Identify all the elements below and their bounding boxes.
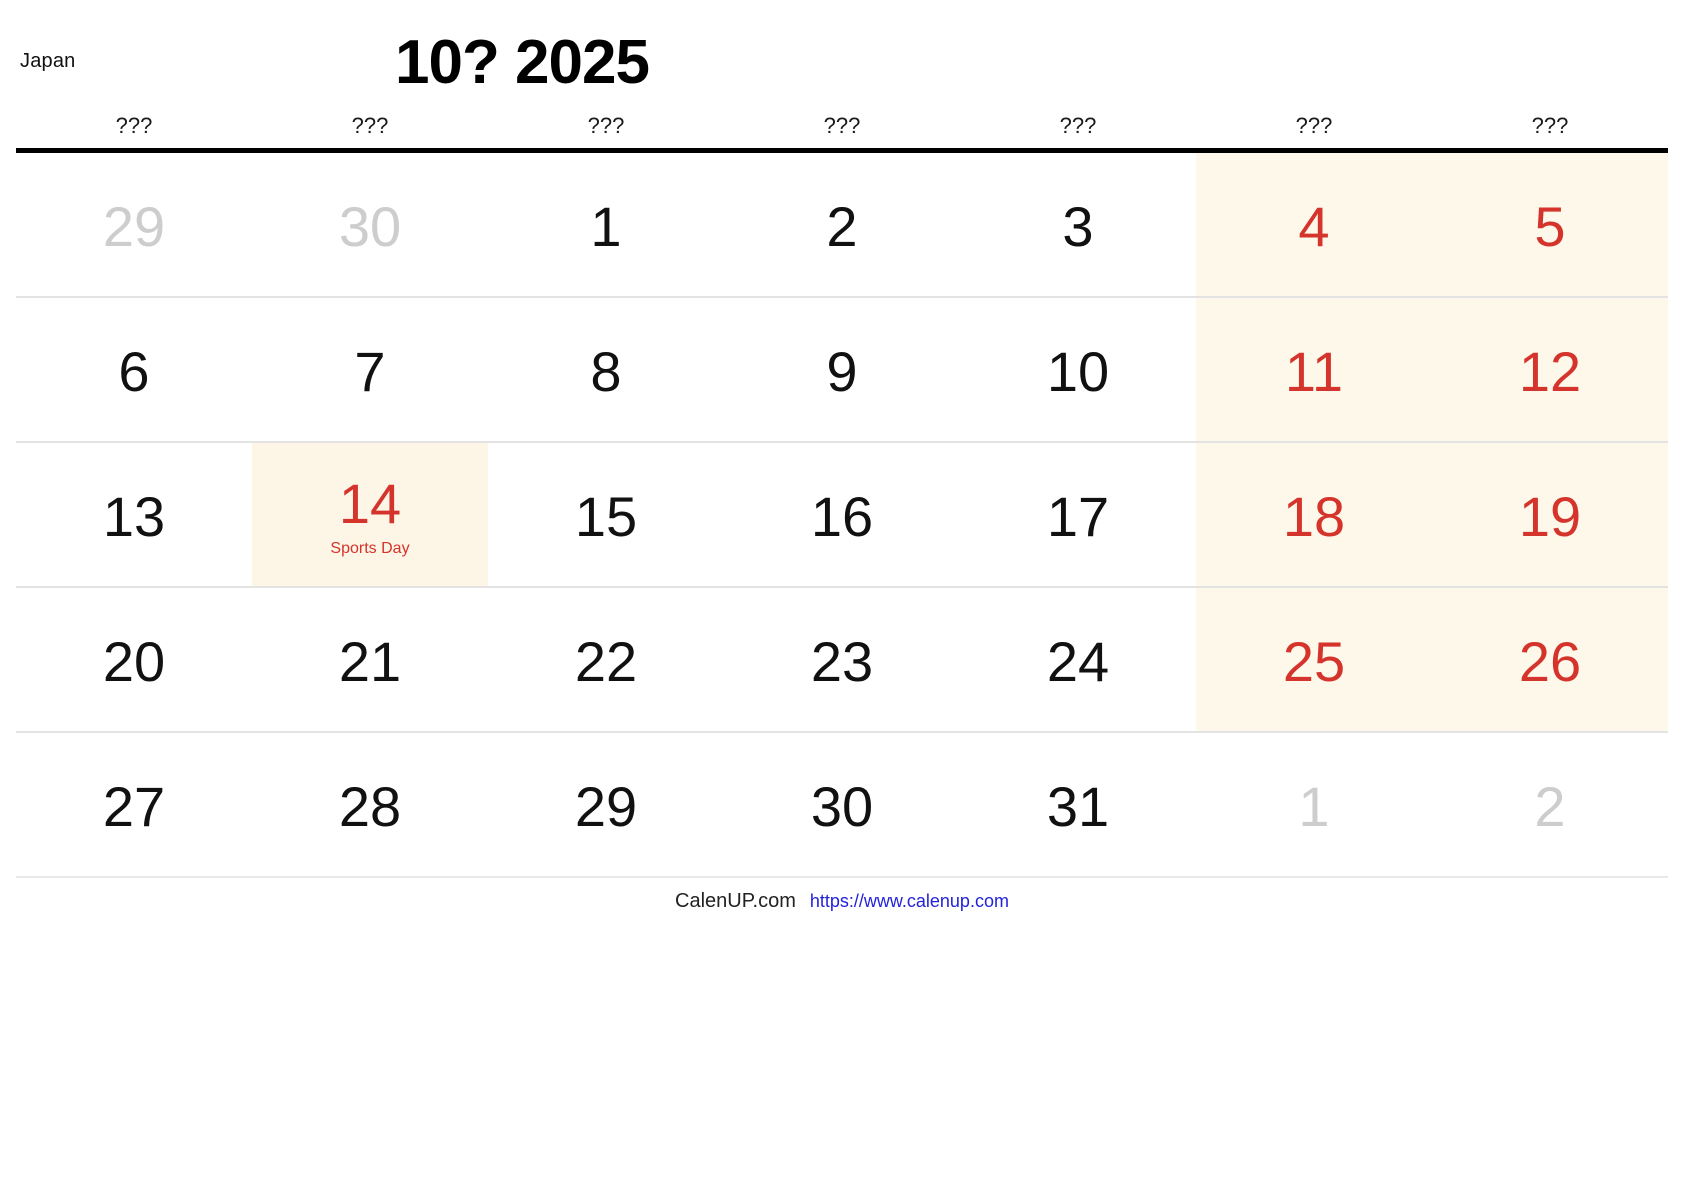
day-number: 5 xyxy=(1534,194,1566,258)
day-cell[interactable]: 23 xyxy=(724,588,960,731)
day-number: 15 xyxy=(574,484,638,548)
day-cell[interactable]: 29 xyxy=(16,153,252,296)
weekday-header-6: ??? xyxy=(1531,113,1569,138)
day-cell[interactable]: 13 xyxy=(16,443,252,586)
week-row: 27 28 29 30 31 1 2 xyxy=(16,733,1668,878)
weekday-header-1: ??? xyxy=(351,113,389,138)
day-cell[interactable]: 9 xyxy=(724,298,960,441)
day-event-label: Sports Day xyxy=(330,540,410,557)
day-cell[interactable]: 7 xyxy=(252,298,488,441)
day-cell[interactable]: 2 xyxy=(724,153,960,296)
day-number: 2 xyxy=(826,194,858,258)
day-cell[interactable]: 8 xyxy=(488,298,724,441)
weekday-header-5: ??? xyxy=(1295,113,1333,138)
day-cell[interactable]: 19 xyxy=(1432,443,1668,586)
day-number: 12 xyxy=(1518,339,1582,403)
day-number: 10 xyxy=(1046,339,1110,403)
footer-link[interactable]: https://www.calenup.com xyxy=(810,891,1009,912)
weekday-header-row: ????????????????????? xyxy=(16,104,1668,148)
week-row: 20 21 22 23 24 25 26 xyxy=(16,588,1668,733)
day-cell[interactable]: 30 xyxy=(724,733,960,876)
day-number: 29 xyxy=(102,194,166,258)
day-cell[interactable]: 12 xyxy=(1432,298,1668,441)
day-cell[interactable]: 1 xyxy=(488,153,724,296)
day-cell[interactable]: 11 xyxy=(1196,298,1432,441)
page-title: 10? 2025 xyxy=(395,28,650,97)
day-cell[interactable]: 5 xyxy=(1432,153,1668,296)
day-cell[interactable]: 26 xyxy=(1432,588,1668,731)
day-cell[interactable]: 27 xyxy=(16,733,252,876)
day-number: 19 xyxy=(1518,484,1582,548)
day-cell[interactable]: 3 xyxy=(960,153,1196,296)
day-cell[interactable]: 29 xyxy=(488,733,724,876)
footer: CalenUP.com https://www.calenup.com xyxy=(0,890,1684,913)
day-number: 26 xyxy=(1518,629,1582,693)
day-cell[interactable]: 18 xyxy=(1196,443,1432,586)
day-cell[interactable]: 28 xyxy=(252,733,488,876)
day-number: 14 xyxy=(338,472,402,535)
day-number: 25 xyxy=(1282,629,1346,693)
day-number: 3 xyxy=(1062,194,1094,258)
day-cell[interactable]: 24 xyxy=(960,588,1196,731)
day-number: 2 xyxy=(1534,774,1566,838)
day-number: 7 xyxy=(354,339,386,403)
day-number: 18 xyxy=(1282,484,1346,548)
day-number: 1 xyxy=(590,194,622,258)
day-number: 8 xyxy=(590,339,622,403)
day-number: 22 xyxy=(574,629,638,693)
day-number: 6 xyxy=(118,339,150,403)
day-cell[interactable]: 25 xyxy=(1196,588,1432,731)
day-number: 24 xyxy=(1046,629,1110,693)
day-number: 13 xyxy=(102,484,166,548)
weekday-header-2: ??? xyxy=(587,113,625,138)
day-number: 30 xyxy=(810,774,874,838)
day-cell[interactable]: 2 xyxy=(1432,733,1668,876)
day-number: 1 xyxy=(1298,774,1330,838)
weekday-header-0: ??? xyxy=(115,113,153,138)
day-cell[interactable]: 10 xyxy=(960,298,1196,441)
day-number: 11 xyxy=(1284,339,1344,403)
calendar-page: Japan 10? 2025 ????????????????????? 29 3… xyxy=(0,0,1684,1191)
day-cell[interactable]: 30 xyxy=(252,153,488,296)
calendar-grid: ????????????????????? 29 30 1 2 3 4 5 6 7 8 9 10 11 1… xyxy=(16,104,1668,878)
day-number: 20 xyxy=(102,629,166,693)
week-row: 6 7 8 9 10 11 12 xyxy=(16,298,1668,443)
day-number: 31 xyxy=(1046,774,1110,838)
day-cell[interactable]: 1 xyxy=(1196,733,1432,876)
day-number: 16 xyxy=(810,484,874,548)
weekday-header-4: ??? xyxy=(1059,113,1097,138)
calendar-weeks: 29 30 1 2 3 4 5 6 7 8 9 10 11 12 13 14 Sports Day 15 16 17 1… xyxy=(16,153,1668,878)
day-cell[interactable]: 31 xyxy=(960,733,1196,876)
day-number: 9 xyxy=(826,339,858,403)
day-number: 23 xyxy=(810,629,874,693)
day-cell[interactable]: 17 xyxy=(960,443,1196,586)
day-cell[interactable]: 15 xyxy=(488,443,724,586)
day-number: 29 xyxy=(574,774,638,838)
weekday-header-3: ??? xyxy=(823,113,861,138)
day-cell[interactable]: 22 xyxy=(488,588,724,731)
footer-brand: CalenUP.com xyxy=(675,890,796,912)
day-number: 30 xyxy=(338,194,402,258)
day-number: 4 xyxy=(1298,194,1330,258)
week-row: 29 30 1 2 3 4 5 xyxy=(16,153,1668,298)
day-number: 28 xyxy=(338,774,402,838)
week-row: 13 14 Sports Day 15 16 17 18 19 xyxy=(16,443,1668,588)
day-cell[interactable]: 16 xyxy=(724,443,960,586)
day-cell[interactable]: 6 xyxy=(16,298,252,441)
day-number: 21 xyxy=(338,629,402,693)
day-number: 27 xyxy=(102,774,166,838)
day-cell[interactable]: 4 xyxy=(1196,153,1432,296)
day-cell[interactable]: 20 xyxy=(16,588,252,731)
day-cell[interactable]: 21 xyxy=(252,588,488,731)
day-cell[interactable]: 14 Sports Day xyxy=(252,443,488,586)
day-number: 17 xyxy=(1046,484,1110,548)
